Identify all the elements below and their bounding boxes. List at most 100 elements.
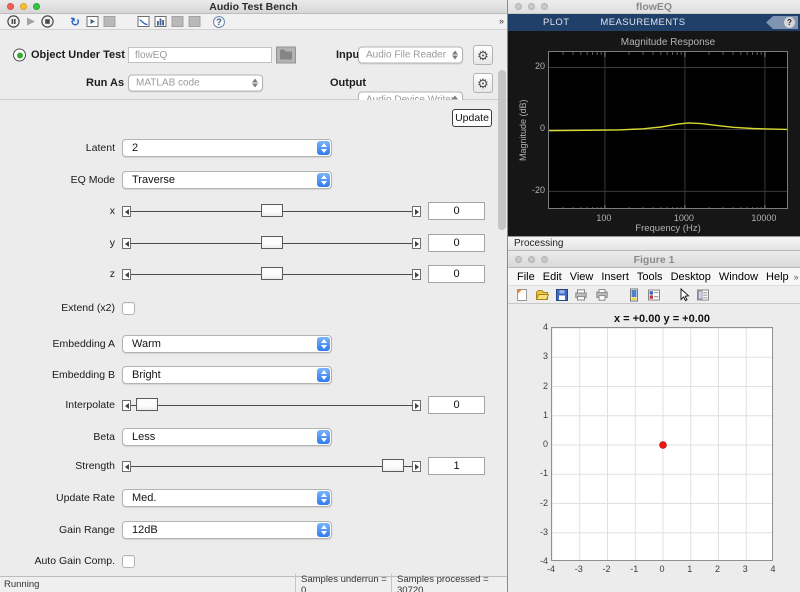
gear-icon: ⚙ — [477, 75, 489, 91]
eq-mode-select[interactable]: Traverse — [122, 171, 332, 189]
embedding-b-select[interactable]: Bright — [122, 366, 332, 384]
slider-left-arrow-icon[interactable] — [122, 269, 131, 280]
floweq-window: flowEQ PLOT MEASUREMENTS ? Magnitude Res… — [508, 0, 800, 251]
tick-label: 0 — [659, 564, 665, 574]
latent-select[interactable]: 2 — [122, 139, 332, 157]
spectrum-analyzer-icon[interactable] — [153, 15, 167, 29]
slider-thumb[interactable] — [260, 204, 283, 217]
y-slider[interactable] — [122, 236, 421, 250]
slider-right-arrow-icon[interactable] — [412, 400, 421, 411]
slider-thumb[interactable] — [382, 459, 405, 472]
output-settings-button[interactable]: ⚙ — [473, 73, 493, 93]
slider-thumb[interactable] — [260, 267, 283, 280]
open-file-icon[interactable] — [535, 288, 550, 302]
slider-right-arrow-icon[interactable] — [412, 269, 421, 280]
edit-plot-icon[interactable] — [677, 287, 691, 302]
z-value-field[interactable] — [428, 265, 485, 283]
menu-overflow-icon[interactable]: » — [794, 272, 799, 282]
slider-track[interactable] — [131, 466, 412, 467]
interpolate-value-field[interactable] — [428, 396, 485, 414]
embedding-b-select-value: Bright — [132, 369, 161, 381]
menu-file[interactable]: File — [513, 271, 539, 283]
menu-help[interactable]: Help — [762, 271, 793, 283]
slider-right-arrow-icon[interactable] — [412, 238, 421, 249]
update-rate-select[interactable]: Med. — [122, 489, 332, 507]
save-figure-icon[interactable] — [555, 288, 569, 302]
embedding-a-label: Embedding A — [52, 338, 115, 350]
slider-left-arrow-icon[interactable] — [122, 461, 131, 472]
stepper-icon — [317, 523, 330, 537]
slider-track[interactable] — [131, 405, 412, 406]
plot-browser-icon[interactable] — [696, 288, 710, 302]
scope-icon[interactable] — [85, 15, 99, 29]
slider-left-arrow-icon[interactable] — [122, 206, 131, 217]
z-slider[interactable] — [122, 267, 421, 281]
vertical-scrollbar[interactable] — [498, 70, 506, 230]
help-icon[interactable]: ? — [212, 15, 226, 29]
magnitude-response-plot: Magnitude Response Magnitude (dB) Freque… — [508, 31, 800, 236]
extend-checkbox[interactable] — [122, 301, 135, 315]
embedding-a-select[interactable]: Warm — [122, 335, 332, 353]
figure1-titlebar: Figure 1 — [508, 251, 800, 268]
eq-mode-select-value: Traverse — [132, 174, 175, 186]
x-slider[interactable] — [122, 204, 421, 218]
latent-label: Latent — [85, 142, 115, 154]
toolbar-overflow-icon[interactable]: » — [499, 16, 504, 26]
slider-right-arrow-icon[interactable] — [412, 206, 421, 217]
interpolate-slider[interactable] — [122, 398, 421, 412]
scatter-chart-canvas — [551, 327, 773, 561]
help-button[interactable]: ? — [766, 16, 798, 29]
tick-label: -20 — [531, 185, 545, 196]
legend-icon[interactable] — [647, 288, 661, 302]
menu-insert[interactable]: Insert — [597, 271, 633, 283]
window-title: flowEQ — [635, 1, 673, 13]
stop-icon[interactable] — [40, 15, 54, 29]
object-under-test-input[interactable] — [128, 47, 272, 63]
loop-icon[interactable]: ↻ — [68, 15, 82, 29]
print-preview-icon[interactable] — [595, 288, 609, 302]
slider-thumb[interactable] — [260, 236, 283, 249]
browse-button[interactable] — [276, 46, 296, 64]
auto-gain-label: Auto Gain Comp. — [34, 555, 115, 567]
input-select[interactable]: Audio File Reader — [358, 46, 463, 64]
print-figure-icon[interactable] — [574, 288, 588, 302]
menu-tools[interactable]: Tools — [633, 271, 667, 283]
filter-response-icon[interactable] — [136, 15, 150, 29]
update-button[interactable]: Update — [452, 109, 492, 127]
strength-slider[interactable] — [122, 459, 421, 473]
input-settings-button[interactable]: ⚙ — [473, 45, 493, 65]
help-icon: ? — [784, 17, 795, 28]
eq-mode-label: EQ Mode — [70, 174, 115, 186]
new-figure-icon[interactable] — [515, 288, 529, 302]
x-value-field[interactable] — [428, 202, 485, 220]
tick-label: 2 — [714, 564, 720, 574]
colorbar-icon[interactable] — [627, 288, 641, 302]
beta-select[interactable]: Less — [122, 428, 332, 446]
slider-right-arrow-icon[interactable] — [412, 461, 421, 472]
run-as-select[interactable]: MATLAB code — [128, 74, 263, 92]
tick-label: 3 — [542, 351, 548, 362]
tick-label: 0 — [539, 123, 545, 134]
tick-label: 4 — [542, 322, 548, 332]
strength-value-field[interactable] — [428, 457, 485, 475]
auto-gain-checkbox[interactable] — [122, 554, 135, 568]
slider-left-arrow-icon[interactable] — [122, 238, 131, 249]
tab-measurements[interactable]: MEASUREMENTS — [600, 17, 685, 28]
slider-left-arrow-icon[interactable] — [122, 400, 131, 411]
figure1-window: Figure 1 File Edit View Insert Tools Desktop W… — [508, 251, 800, 592]
slider-thumb[interactable] — [136, 398, 159, 411]
tick-label: 1000 — [673, 213, 694, 223]
menu-items: File Edit View Insert Tools Desktop Window Help — [513, 271, 793, 283]
pause-icon[interactable] — [6, 15, 20, 29]
tick-label: 2 — [542, 380, 548, 391]
y-value-field[interactable] — [428, 234, 485, 252]
embedding-b-label: Embedding B — [51, 369, 115, 381]
floweq-titlebar: flowEQ — [508, 0, 800, 14]
menu-desktop[interactable]: Desktop — [667, 271, 715, 283]
tick-label: 1 — [542, 409, 548, 420]
menu-view[interactable]: View — [566, 271, 598, 283]
gain-range-select[interactable]: 12dB — [122, 521, 332, 539]
tab-plot[interactable]: PLOT — [543, 17, 569, 28]
menu-window[interactable]: Window — [715, 271, 762, 283]
menu-edit[interactable]: Edit — [539, 271, 566, 283]
